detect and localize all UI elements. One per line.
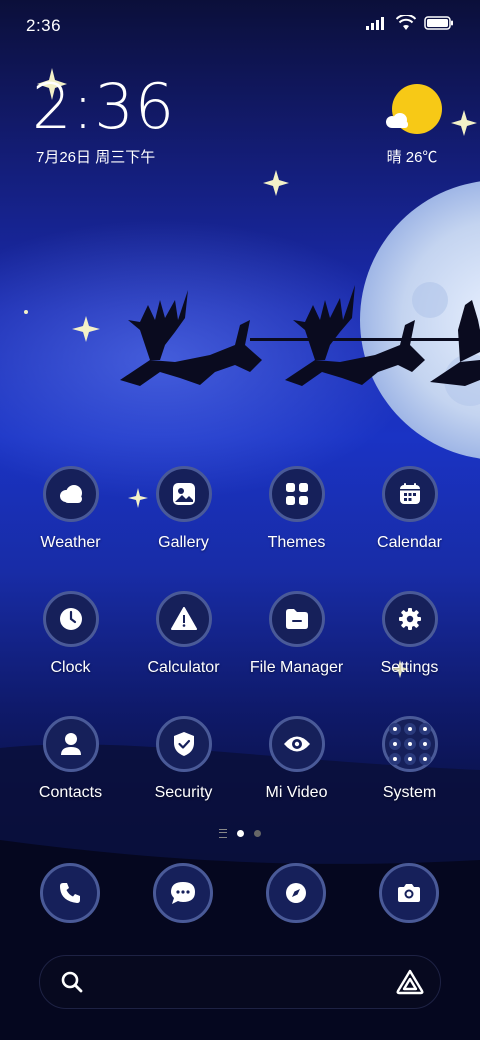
app-label: Calculator [147,659,220,676]
themes-icon [268,466,325,522]
person-icon [42,716,99,772]
app-label: Gallery [158,534,209,551]
app-label: File Manager [249,659,344,676]
app-themes[interactable]: Themes [240,466,353,552]
clock-widget-date: 7月26日 周三下午 [36,149,156,166]
app-label: Themes [267,534,326,551]
folder-system[interactable]: System [353,716,466,802]
camera-icon [379,863,439,923]
app-label: Contacts [38,784,103,801]
clock-icon [42,591,99,647]
app-settings[interactable]: Settings [353,591,466,677]
status-bar: 2:36 [0,0,480,50]
home-page-indicator-icon [219,829,227,838]
app-label: Settings [380,659,439,676]
dock-messages[interactable] [153,863,213,923]
calendar-icon [381,466,438,522]
folder-icon [268,591,325,647]
dock-camera[interactable] [379,863,439,923]
folder-grid-icon [381,716,438,772]
gear-icon [381,591,438,647]
app-clock[interactable]: Clock [14,591,127,677]
page-dot [254,830,261,837]
status-icons [366,15,454,31]
app-label: Security [154,784,213,801]
search-bar[interactable] [39,955,441,1009]
weather-icon [42,466,99,522]
battery-icon [424,16,453,30]
gallery-icon [155,466,212,522]
compass-icon [266,863,326,923]
app-mi-video[interactable]: Mi Video [240,716,353,802]
weather-text: 晴 26℃ [386,149,438,166]
clock-widget-time[interactable]: 2:36 [32,74,175,140]
weather-widget[interactable]: 晴 26℃ [384,84,446,168]
app-label: System [382,784,437,801]
app-label: Clock [50,659,91,676]
app-calculator[interactable]: Calculator [127,591,240,677]
app-label: Calendar [377,534,442,551]
app-label: Weather [40,534,101,551]
dock-browser[interactable] [266,863,326,923]
assistant-icon[interactable] [396,969,424,1000]
cloud-icon [386,113,408,128]
app-weather[interactable]: Weather [14,466,127,552]
message-icon [153,863,213,923]
signal-icon [366,17,384,30]
app-contacts[interactable]: Contacts [14,716,127,802]
warning-icon [155,591,212,647]
app-security[interactable]: Security [127,716,240,802]
app-gallery[interactable]: Gallery [127,466,240,552]
page-dot-active [237,830,244,837]
shield-icon [155,716,212,772]
wifi-icon [396,15,416,30]
app-file-manager[interactable]: File Manager [240,591,353,677]
page-indicator[interactable] [0,829,480,838]
search-icon[interactable] [60,970,84,999]
eye-icon [268,716,325,772]
phone-icon [40,863,100,923]
dock-phone[interactable] [40,863,100,923]
app-calendar[interactable]: Calendar [353,466,466,552]
app-label: Mi Video [265,784,328,801]
status-time: 2:36 [26,16,62,35]
